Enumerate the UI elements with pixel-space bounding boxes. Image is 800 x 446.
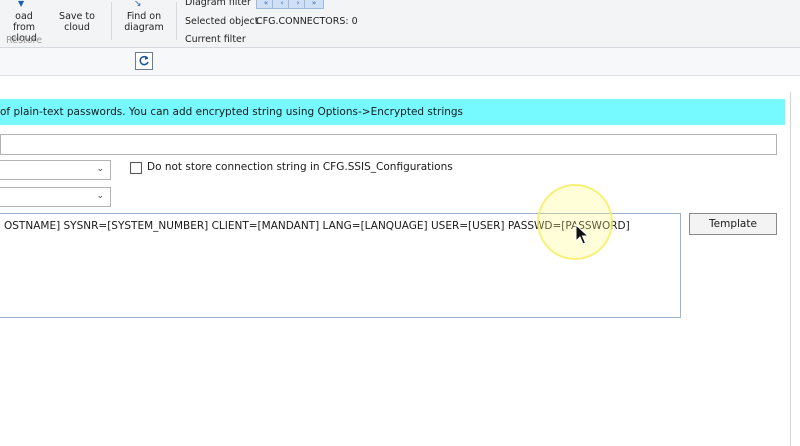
ribbon-separator <box>176 2 177 40</box>
do-not-store-label: Do not store connection string in CFG.SS… <box>147 161 453 173</box>
chevron-down-icon: ⌄ <box>96 191 104 201</box>
ribbon: ▼ oad from cloud Save to cloud Restore ↘… <box>0 0 800 48</box>
connector-provider-dropdown[interactable]: ⌄ <box>0 187 111 207</box>
selected-object-label: Selected object <box>185 16 259 27</box>
refresh-icon <box>139 55 149 66</box>
connector-type-dropdown[interactable]: ⌄ <box>0 160 111 180</box>
secondary-toolbar <box>0 48 800 76</box>
dropdown-arrow-icon: ▼ <box>18 0 25 8</box>
diagram-filter-label: Diagram filter <box>185 0 251 8</box>
password-warning-banner: of plain-text passwords. You can add enc… <box>0 99 785 125</box>
save-to-cloud-button[interactable]: Save to cloud <box>57 11 97 33</box>
ribbon-separator <box>111 2 112 40</box>
find-arrow-icon: ↘ <box>134 0 142 9</box>
load-label-line1: oad from <box>12 11 36 33</box>
filter-last-button[interactable]: » <box>304 0 324 9</box>
selected-object-value: CFG.CONNECTORS: 0 <box>256 16 358 27</box>
save-label-line2: cloud <box>64 22 90 33</box>
find-label-line2: diagram <box>124 22 164 33</box>
connector-edit-panel: of plain-text passwords. You can add enc… <box>0 92 791 446</box>
connection-string-text: OSTNAME] SYSNR=[SYSTEM_NUMBER] CLIENT=[M… <box>4 220 630 232</box>
find-on-diagram-button[interactable]: Find on diagram <box>122 11 166 33</box>
group-label-restore: Restore <box>6 35 43 46</box>
current-filter-label: Current filter <box>185 34 246 45</box>
mouse-cursor-icon <box>575 223 590 249</box>
chevron-down-icon: ⌄ <box>96 164 104 174</box>
template-button[interactable]: Template <box>689 213 777 235</box>
find-label-line1: Find on <box>126 11 162 22</box>
save-label-line1: Save to <box>59 11 95 22</box>
connector-name-input[interactable] <box>0 134 777 155</box>
do-not-store-checkbox[interactable] <box>130 162 142 174</box>
refresh-button[interactable] <box>135 52 153 70</box>
